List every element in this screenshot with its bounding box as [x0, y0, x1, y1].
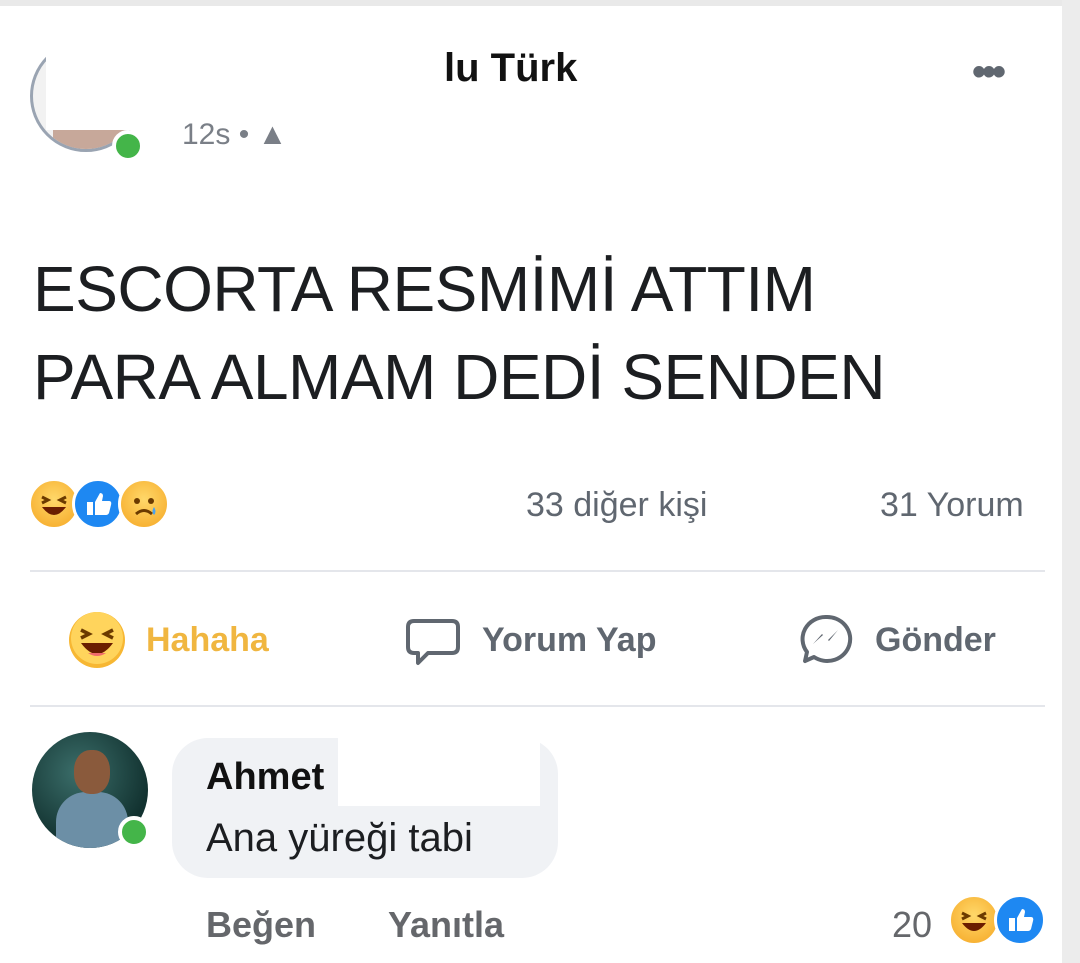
redacted-area [46, 28, 436, 130]
react-button[interactable]: Hahaha [68, 610, 269, 670]
more-options-button[interactable]: ••• [972, 50, 1006, 95]
comment-text: Ana yüreği tabi [206, 816, 473, 860]
comment-bubble-icon [404, 611, 462, 669]
timestamp-text: 12s • [182, 118, 250, 151]
comment-reactions[interactable] [948, 894, 1052, 948]
comment-reply-button[interactable]: Yanıtla [388, 904, 504, 946]
post-body: ESCORTA RESMİMİ ATTIM PARA ALMAM DEDİ SE… [33, 245, 1023, 421]
redacted-area [338, 738, 540, 806]
haha-icon [68, 611, 126, 669]
reaction-summary[interactable] [28, 478, 188, 536]
like-icon [994, 894, 1046, 946]
avatar-body [56, 792, 128, 848]
divider [30, 705, 1045, 707]
commenter-online-icon [118, 816, 150, 848]
reaction-people-count[interactable]: 33 diğer kişi [526, 486, 707, 525]
screen-right-edge [1062, 0, 1080, 963]
friends-audience-icon: ▲ [257, 118, 288, 151]
avatar-face [74, 750, 110, 794]
post-text-line-1: ESCORTA RESMİMİ ATTIM [33, 253, 816, 325]
commenter-name[interactable]: Ahmet [206, 756, 324, 799]
react-button-label: Hahaha [146, 620, 269, 659]
comment-reaction-count[interactable]: 20 [892, 904, 932, 946]
post-timestamp[interactable]: 12s • ▲ [182, 118, 287, 152]
like-icon [72, 478, 124, 530]
send-button[interactable]: Gönder [797, 610, 996, 670]
sad-icon [118, 478, 170, 530]
comments-count-link[interactable]: 31 Yorum [880, 486, 1024, 525]
haha-icon [948, 894, 1000, 946]
comment-button[interactable]: Yorum Yap [404, 610, 656, 670]
divider [30, 570, 1045, 572]
messenger-icon [797, 611, 855, 669]
post-text-line-2: PARA ALMAM DEDİ SENDEN [33, 341, 886, 413]
comment-like-button[interactable]: Beğen [206, 904, 316, 946]
post-author-name[interactable]: lu Türk [444, 46, 577, 91]
comment-button-label: Yorum Yap [482, 620, 657, 659]
online-status-icon [112, 130, 144, 162]
send-button-label: Gönder [875, 620, 996, 659]
